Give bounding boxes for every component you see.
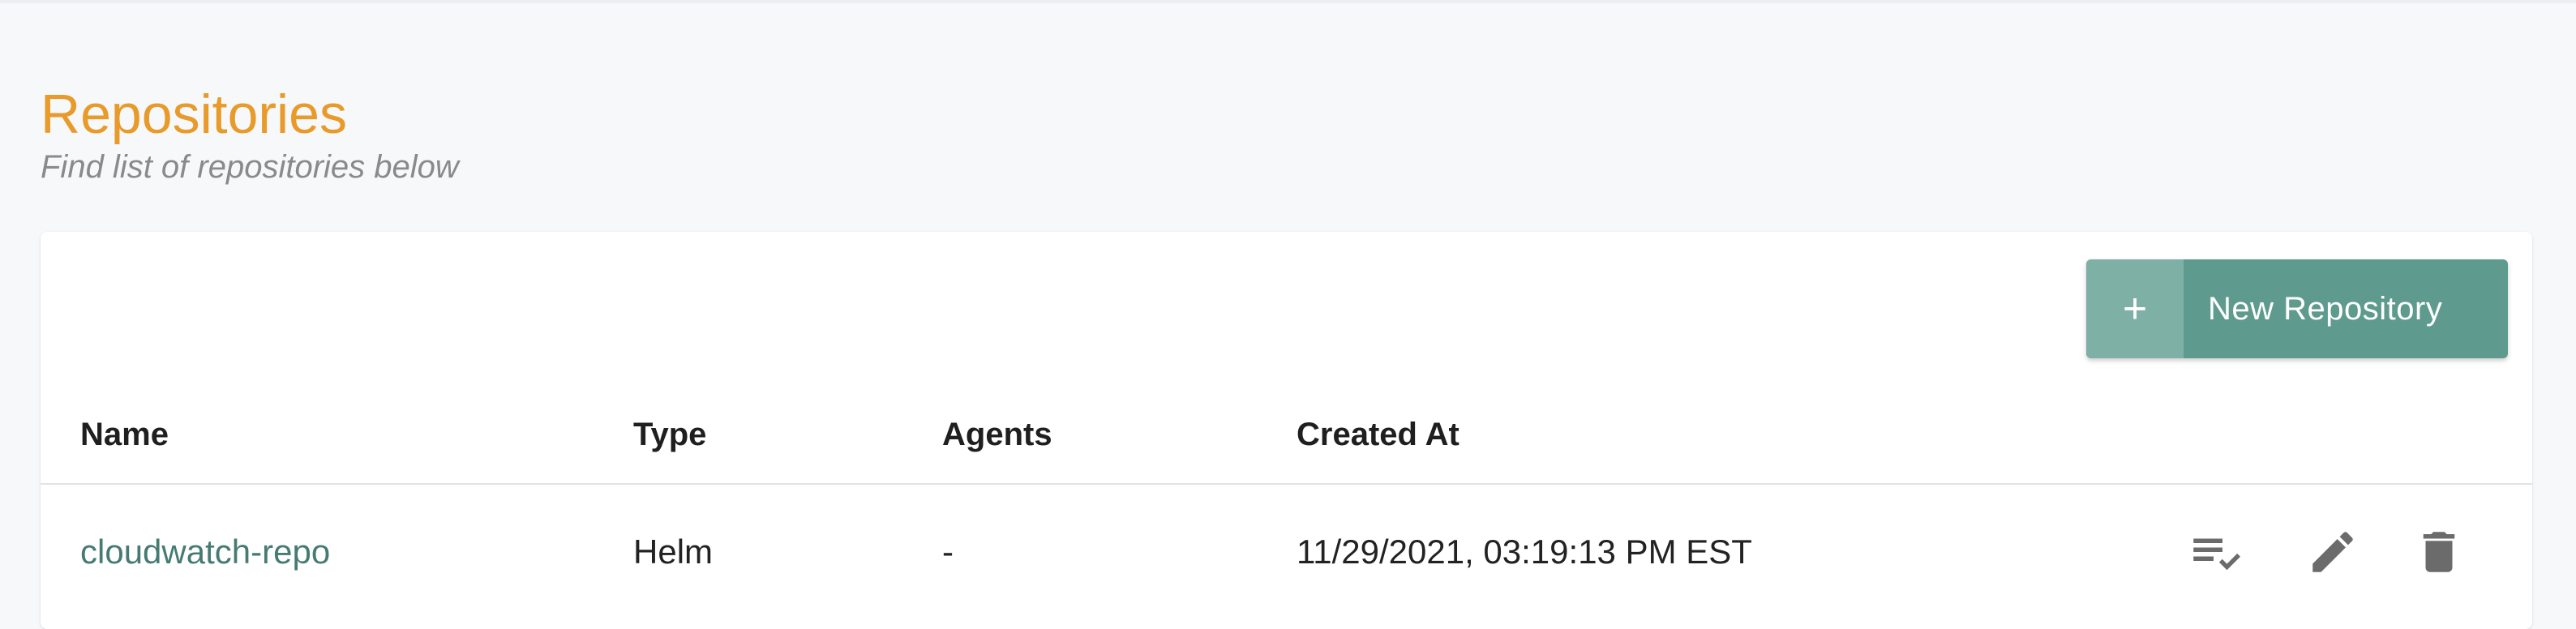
- column-header-name[interactable]: Name: [80, 386, 169, 483]
- column-header-type[interactable]: Type: [633, 386, 706, 483]
- top-border: [0, 0, 2576, 3]
- repository-agents: -: [942, 533, 954, 571]
- new-repository-label: New Repository: [2208, 290, 2443, 327]
- plus-icon: +: [2086, 259, 2184, 358]
- table-row: cloudwatch-repo Helm - 11/29/2021, 03:19…: [41, 485, 2532, 619]
- column-header-created-at[interactable]: Created At: [1297, 386, 1459, 483]
- edit-button[interactable]: [2304, 523, 2362, 581]
- playlist-check-icon: [2193, 538, 2240, 571]
- repository-type: Helm: [633, 533, 714, 571]
- page-subtitle: Find list of repositories below: [41, 149, 459, 185]
- repository-name-link[interactable]: cloudwatch-repo: [80, 485, 330, 619]
- column-header-agents[interactable]: Agents: [942, 386, 1052, 483]
- view-details-button[interactable]: [2184, 523, 2243, 581]
- repository-created-at: 11/29/2021, 03:19:13 PM EST: [1297, 533, 1752, 571]
- trash-icon: [2423, 532, 2455, 572]
- repositories-card: + New Repository Name Type Agents Create…: [41, 232, 2532, 629]
- new-repository-button[interactable]: + New Repository: [2086, 259, 2508, 358]
- page-title: Repositories: [41, 83, 347, 145]
- pencil-icon: [2312, 532, 2353, 572]
- delete-button[interactable]: [2410, 523, 2468, 581]
- table-header: Name Type Agents Created At: [41, 386, 2532, 485]
